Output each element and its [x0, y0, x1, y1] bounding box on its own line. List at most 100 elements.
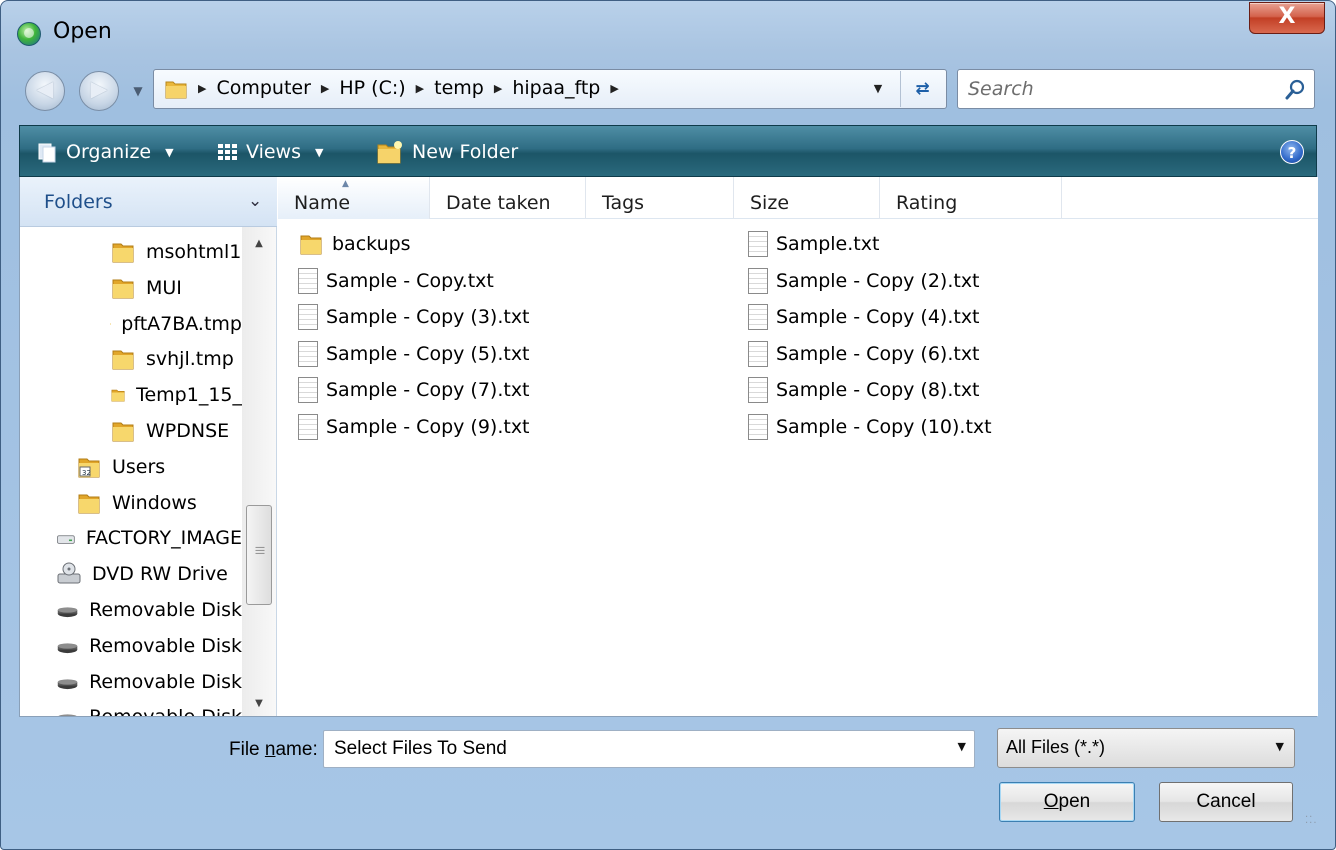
breadcrumb-separator-icon[interactable]: ▶ [494, 82, 502, 95]
help-icon[interactable]: ? [1280, 140, 1304, 164]
file-name-combobox[interactable]: ▼ [323, 730, 975, 768]
tree-item[interactable]: WPDNSE [110, 414, 242, 448]
scrollbar-thumb[interactable]: — — — [246, 505, 272, 605]
chevron-down-icon: ▼ [315, 145, 324, 159]
tree-item[interactable]: MUI [110, 271, 242, 305]
new-folder-icon [377, 141, 402, 164]
removable-disk-icon [57, 678, 78, 689]
text-file-icon [298, 340, 318, 367]
file-item[interactable]: Sample - Copy (6).txt [748, 337, 980, 371]
back-button[interactable]: ◀ [25, 71, 65, 111]
tree-item[interactable]: Removable Disk [56, 629, 242, 663]
scroll-down-arrow-icon[interactable]: ▼ [250, 695, 268, 713]
file-item[interactable]: Sample - Copy (9).txt [298, 410, 530, 444]
search-icon[interactable] [1284, 79, 1306, 101]
open-button[interactable]: Open [999, 782, 1135, 822]
recent-pages-dropdown[interactable]: ▼ [129, 81, 147, 101]
breadcrumb-separator-icon[interactable]: ▶ [198, 82, 206, 95]
tree-item-label: Temp1_15_ [136, 384, 242, 407]
removable-disk-icon [57, 607, 78, 618]
tree-item[interactable]: pftA7BA.tmp [110, 307, 242, 341]
hard-drive-icon [57, 535, 75, 545]
file-name: Sample - Copy (3).txt [326, 306, 530, 328]
breadcrumb-separator-icon[interactable]: ▶ [610, 82, 618, 95]
column-header-size[interactable]: Size [734, 177, 880, 219]
views-label: Views [246, 141, 301, 163]
file-item[interactable]: Sample - Copy (10).txt [748, 410, 992, 444]
breadcrumb-computer[interactable]: Computer [216, 77, 310, 99]
file-name-input[interactable] [324, 731, 942, 767]
organize-button[interactable]: Organize ▼ [36, 126, 174, 178]
file-item[interactable]: Sample - Copy (7).txt [298, 373, 530, 407]
new-folder-button[interactable]: New Folder [376, 126, 518, 178]
search-box[interactable] [957, 69, 1315, 109]
cancel-button[interactable]: Cancel [1159, 782, 1293, 822]
file-item[interactable]: Sample.txt [748, 227, 879, 261]
breadcrumb-temp[interactable]: temp [434, 77, 484, 99]
file-item[interactable]: Sample - Copy (2).txt [748, 264, 980, 298]
address-history-dropdown[interactable]: ▼ [866, 77, 890, 101]
chevron-down-icon[interactable]: ⌄ [248, 191, 262, 211]
tree-item[interactable]: Removable Disk [56, 593, 242, 627]
tree-item[interactable]: Windows [76, 486, 242, 520]
folders-header[interactable]: Folders ⌄ [20, 177, 277, 227]
organize-icon [38, 143, 56, 163]
tree-item-label: Removable Disk [89, 706, 242, 716]
breadcrumb-hipaa-ftp[interactable]: hipaa_ftp [512, 77, 600, 99]
file-item[interactable]: Sample - Copy (8).txt [748, 373, 980, 407]
tree-item[interactable]: FACTORY_IMAGE [56, 521, 242, 555]
file-name: Sample - Copy (9).txt [326, 415, 530, 438]
tree-item-label: WPDNSE [146, 420, 230, 442]
search-input[interactable] [958, 70, 1268, 108]
breadcrumb-drive[interactable]: HP (C:) [339, 77, 405, 99]
text-file-icon [748, 377, 768, 403]
column-header-rating[interactable]: Rating [880, 177, 1062, 219]
file-item[interactable]: Sample - Copy (4).txt [748, 300, 980, 334]
file-item[interactable]: Sample - Copy.txt [298, 264, 494, 298]
text-file-icon [748, 413, 768, 440]
tree-item[interactable]: Temp1_15_ [110, 378, 242, 412]
file-name: Sample - Copy.txt [326, 269, 494, 292]
address-bar[interactable]: ▶ Computer ▶ HP (C:) ▶ temp ▶ hipaa_ftp … [153, 69, 947, 109]
forward-button[interactable]: ▶ [79, 71, 119, 111]
file-name: Sample - Copy (5).txt [326, 342, 530, 365]
file-item[interactable]: backups [298, 227, 411, 261]
file-name: Sample - Copy (7).txt [326, 379, 530, 401]
breadcrumb-separator-icon[interactable]: ▶ [416, 82, 424, 95]
forward-arrow-icon: ▶ [90, 77, 108, 102]
chevron-down-icon[interactable]: ▼ [958, 740, 966, 753]
close-button[interactable]: X [1249, 2, 1325, 34]
file-type-select[interactable]: All Files (*.*) ▼ [997, 728, 1295, 768]
folder-icon [110, 323, 112, 325]
column-header-label: Name [294, 192, 351, 214]
window-title: Open [53, 19, 112, 44]
file-item[interactable]: Sample - Copy (3).txt [298, 300, 530, 334]
folder-icon [78, 494, 100, 514]
file-item[interactable]: Sample - Copy (5).txt [298, 337, 530, 371]
tree-item-label: DVD RW Drive [92, 563, 228, 586]
tree-item[interactable]: DVD RW Drive [56, 557, 242, 591]
tree-item[interactable]: Removable Disk [56, 665, 242, 699]
folder-icon [111, 389, 125, 402]
file-name: Sample - Copy (6).txt [776, 342, 980, 365]
scroll-up-arrow-icon[interactable]: ▲ [250, 235, 268, 253]
column-header-date-taken[interactable]: Date taken [430, 177, 586, 219]
tree-item-label: Windows [112, 491, 197, 514]
tree-item[interactable]: Removable Disk [56, 700, 242, 716]
tree-item[interactable]: svhjl.tmp [110, 342, 242, 376]
tree-item[interactable]: 32 Users [76, 450, 242, 484]
breadcrumb-separator-icon[interactable]: ▶ [321, 82, 329, 95]
column-header-tags[interactable]: Tags [586, 177, 734, 219]
folder-tree-scrollbar[interactable]: ▲ — — — ▼ [242, 227, 276, 716]
views-button[interactable]: Views ▼ [216, 126, 323, 178]
resize-grip-icon[interactable]: ·· ··· [1305, 813, 1323, 833]
grip-icon: — — — [255, 542, 265, 559]
column-header-name[interactable]: ▲ Name [278, 177, 430, 219]
organize-label: Organize [66, 141, 152, 163]
views-grid-icon [218, 144, 237, 160]
dvd-drive-icon [57, 562, 81, 584]
refresh-icon[interactable]: ⇄ [900, 71, 944, 107]
tree-item-label: Removable Disk [89, 670, 242, 693]
tree-item[interactable]: msohtml1 [110, 235, 242, 269]
title-bar: Open X [1, 1, 1335, 65]
